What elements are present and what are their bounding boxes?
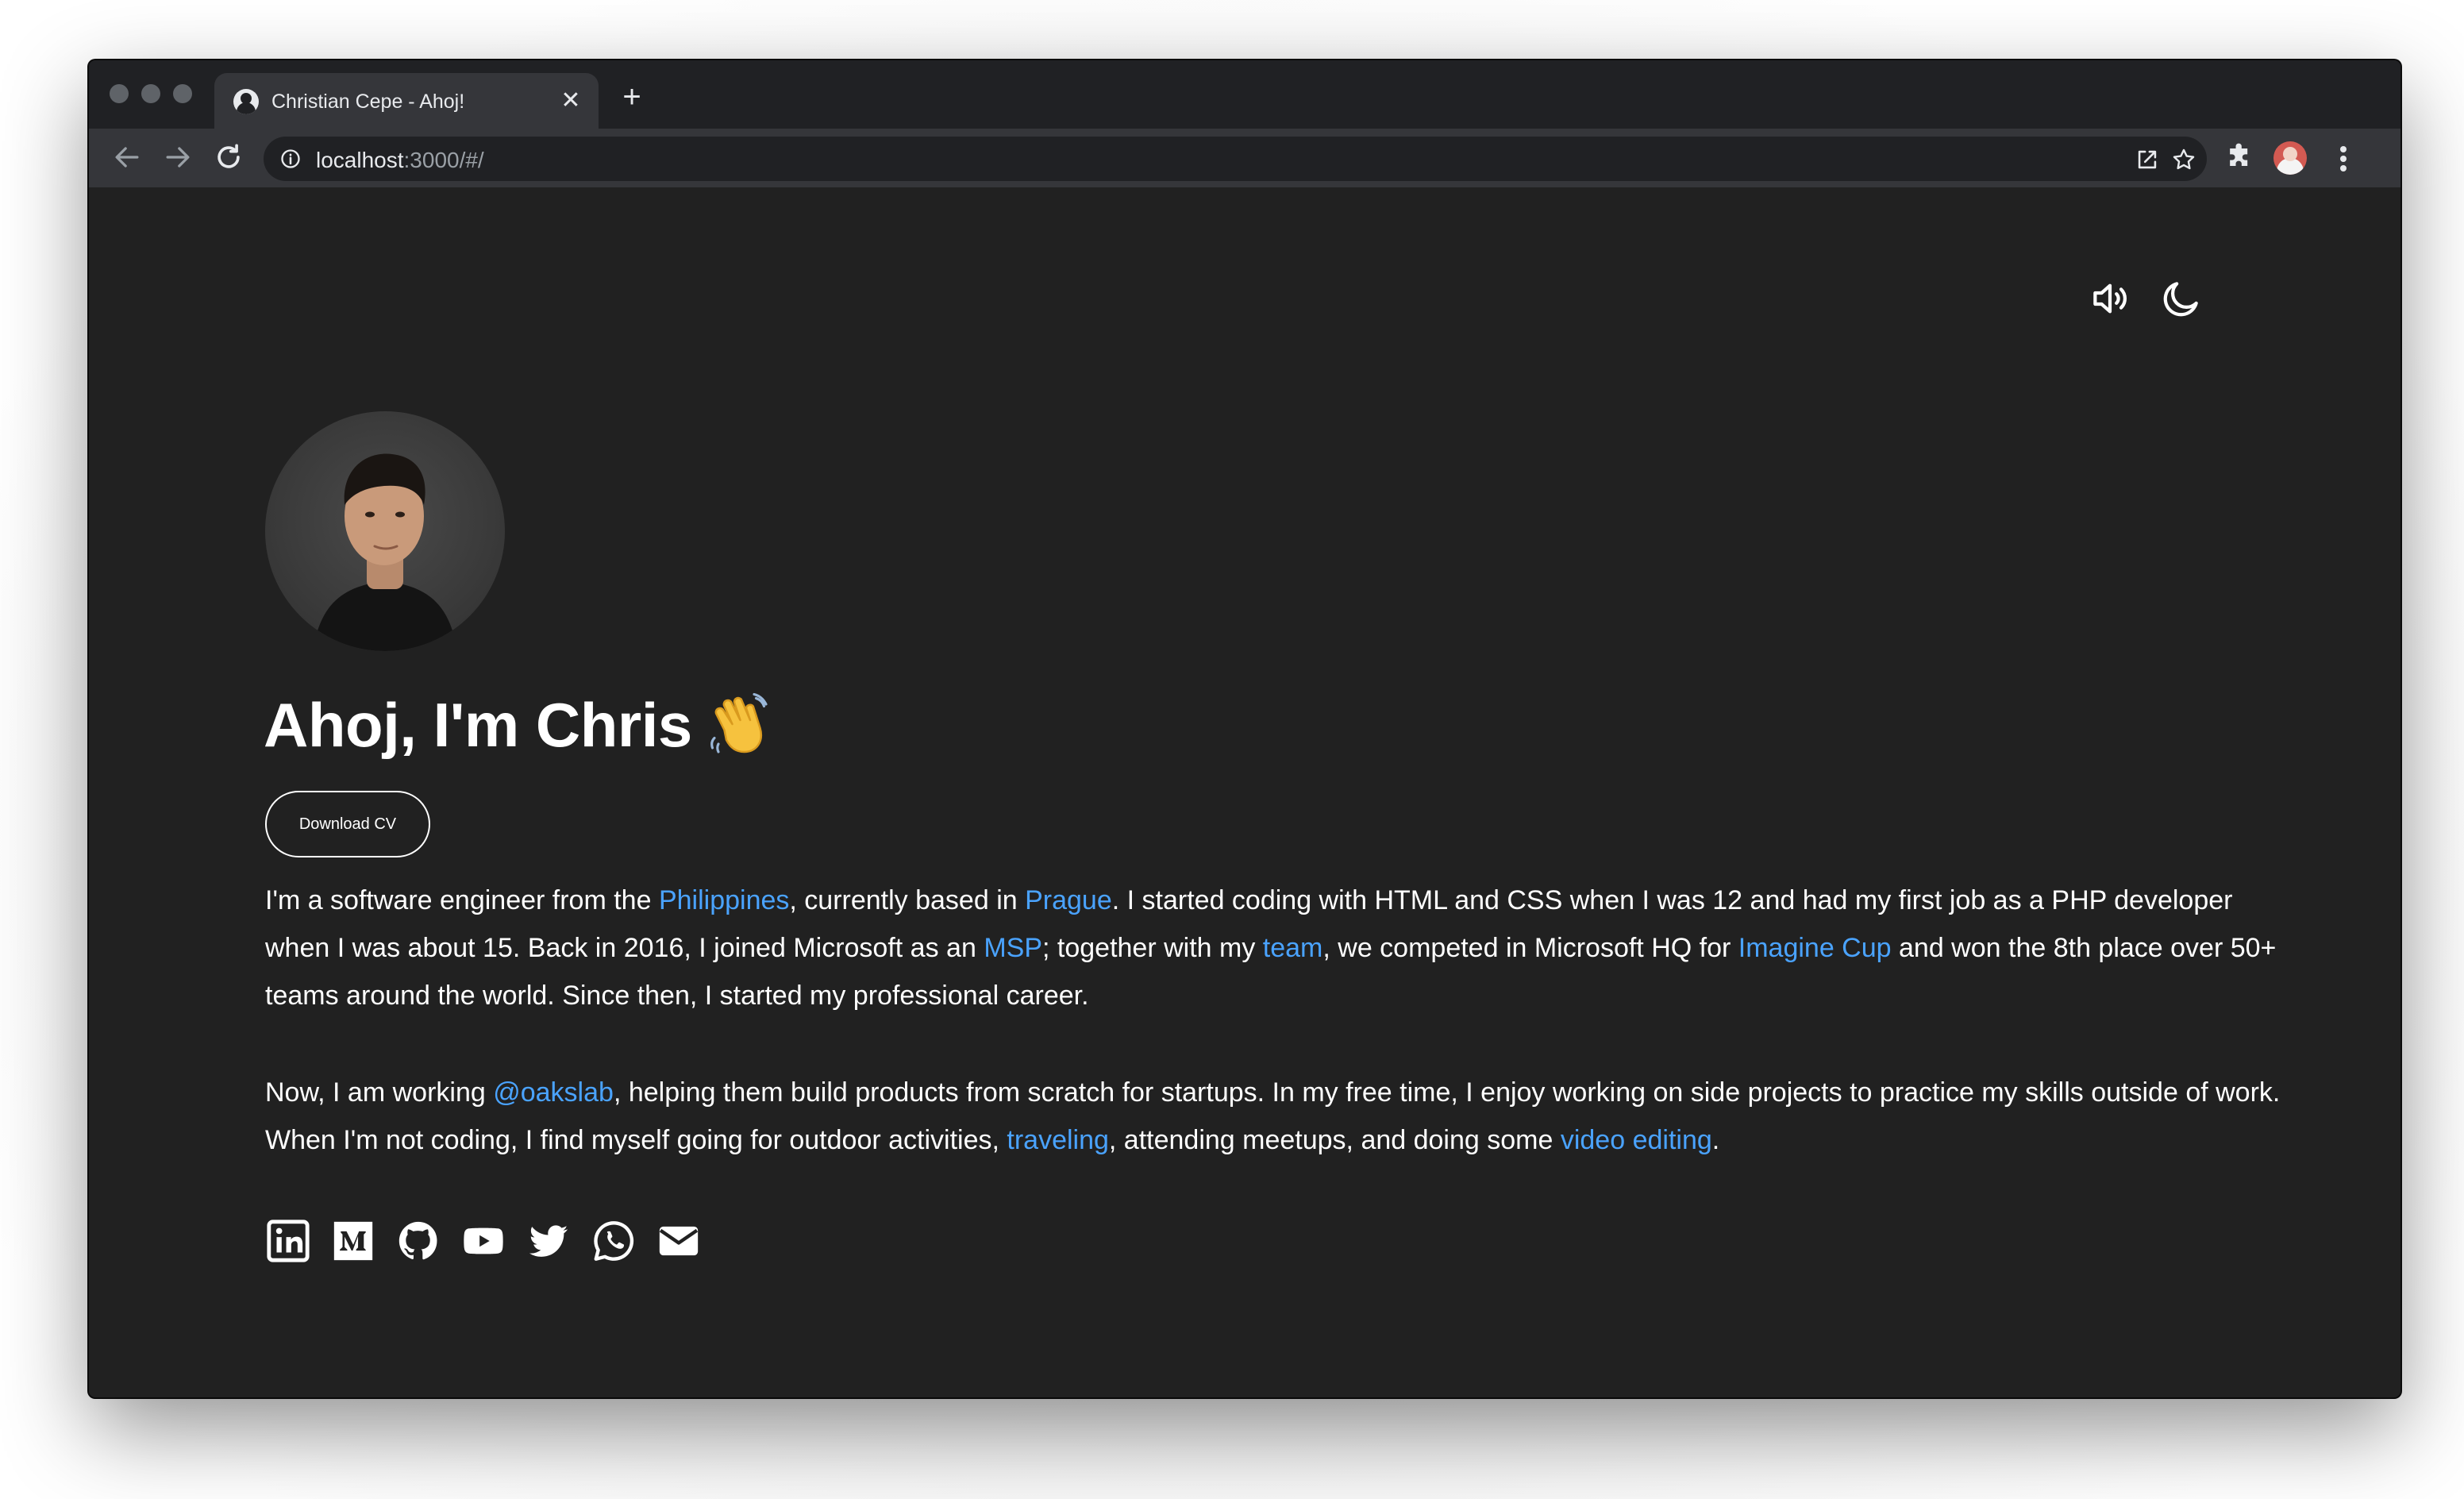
bio-text: I'm a software engineer from the <box>265 885 659 915</box>
url-host: localhost <box>316 148 404 172</box>
hero-greeting: Ahoj, I'm Chris <box>264 690 692 760</box>
moon-icon[interactable] <box>2159 276 2204 321</box>
twitter-icon[interactable] <box>526 1218 572 1264</box>
reload-icon <box>218 144 240 168</box>
whatsapp-icon[interactable] <box>591 1218 637 1264</box>
waving-hand-icon <box>710 692 768 753</box>
link-video-editing[interactable]: video editing <box>1561 1125 1712 1155</box>
close-window-button[interactable] <box>110 84 129 103</box>
bio-text: Now, I am working <box>265 1077 494 1108</box>
browser-toolbar: localhost:3000/#/ <box>89 129 2400 187</box>
bio-paragraph-1: I'm a software engineer from the Philipp… <box>265 877 2297 1019</box>
linkedin-icon[interactable] <box>265 1218 311 1264</box>
new-tab-button[interactable]: + <box>616 81 648 114</box>
medium-icon[interactable] <box>330 1218 376 1264</box>
link-traveling[interactable]: traveling <box>1007 1125 1109 1155</box>
bio-text: ; together with my <box>1042 933 1263 963</box>
open-external-icon[interactable] <box>2134 146 2161 173</box>
download-cv-button[interactable]: Download CV <box>265 791 430 857</box>
bookmark-star-icon[interactable] <box>2170 146 2197 173</box>
bio-paragraph-2: Now, I am working @oakslab, helping them… <box>265 1069 2297 1164</box>
github-icon[interactable] <box>395 1218 441 1264</box>
tab-strip: Christian Cepe - Ahoj! ✕ + <box>89 60 2400 129</box>
arrow-right-icon <box>166 147 190 168</box>
bio-text: , currently based in <box>789 885 1026 915</box>
url-text[interactable]: localhost:3000/#/ <box>316 148 484 173</box>
kebab-menu-icon[interactable] <box>2335 143 2351 175</box>
close-tab-icon[interactable]: ✕ <box>557 87 584 114</box>
arrow-left-icon <box>115 147 139 168</box>
page-viewport: Ahoj, I'm Chris Download CV I'm a softwa… <box>89 187 2400 1397</box>
info-icon[interactable] <box>279 148 302 170</box>
page-title: Ahoj, I'm Chris <box>264 689 770 761</box>
forward-button[interactable] <box>160 140 195 175</box>
reload-button[interactable] <box>211 140 246 175</box>
link-team[interactable]: team <box>1263 933 1323 963</box>
bio-text: , we competed in Microsoft HQ for <box>1322 933 1738 963</box>
social-links <box>265 1218 702 1264</box>
browser-window: Christian Cepe - Ahoj! ✕ + localhost:300… <box>89 60 2400 1397</box>
tab-title: Christian Cepe - Ahoj! <box>271 91 465 113</box>
url-path: :3000/#/ <box>403 148 484 172</box>
tab-active[interactable]: Christian Cepe - Ahoj! ✕ <box>214 73 599 129</box>
maximize-window-button[interactable] <box>173 84 192 103</box>
link-prague[interactable]: Prague <box>1025 885 1112 915</box>
back-button[interactable] <box>110 140 144 175</box>
youtube-icon[interactable] <box>460 1218 506 1264</box>
email-icon[interactable] <box>656 1218 702 1264</box>
avatar <box>265 411 505 651</box>
bio-text: , attending meetups, and doing some <box>1108 1125 1561 1155</box>
favicon-icon <box>233 89 259 114</box>
address-bar[interactable]: localhost:3000/#/ <box>264 137 2207 181</box>
speaker-icon[interactable] <box>2088 276 2132 321</box>
bio-text: . <box>1711 1125 1720 1155</box>
window-controls <box>110 84 192 103</box>
link-oakslab[interactable]: @oakslab <box>493 1077 614 1108</box>
profile-avatar[interactable] <box>2273 141 2307 175</box>
link-msp[interactable]: MSP <box>984 933 1042 963</box>
link-philippines[interactable]: Philippines <box>659 885 789 915</box>
link-imagine-cup[interactable]: Imagine Cup <box>1738 933 1892 963</box>
portrait-illustration <box>313 453 457 651</box>
extensions-puzzle-icon[interactable] <box>2223 140 2258 175</box>
minimize-window-button[interactable] <box>141 84 160 103</box>
